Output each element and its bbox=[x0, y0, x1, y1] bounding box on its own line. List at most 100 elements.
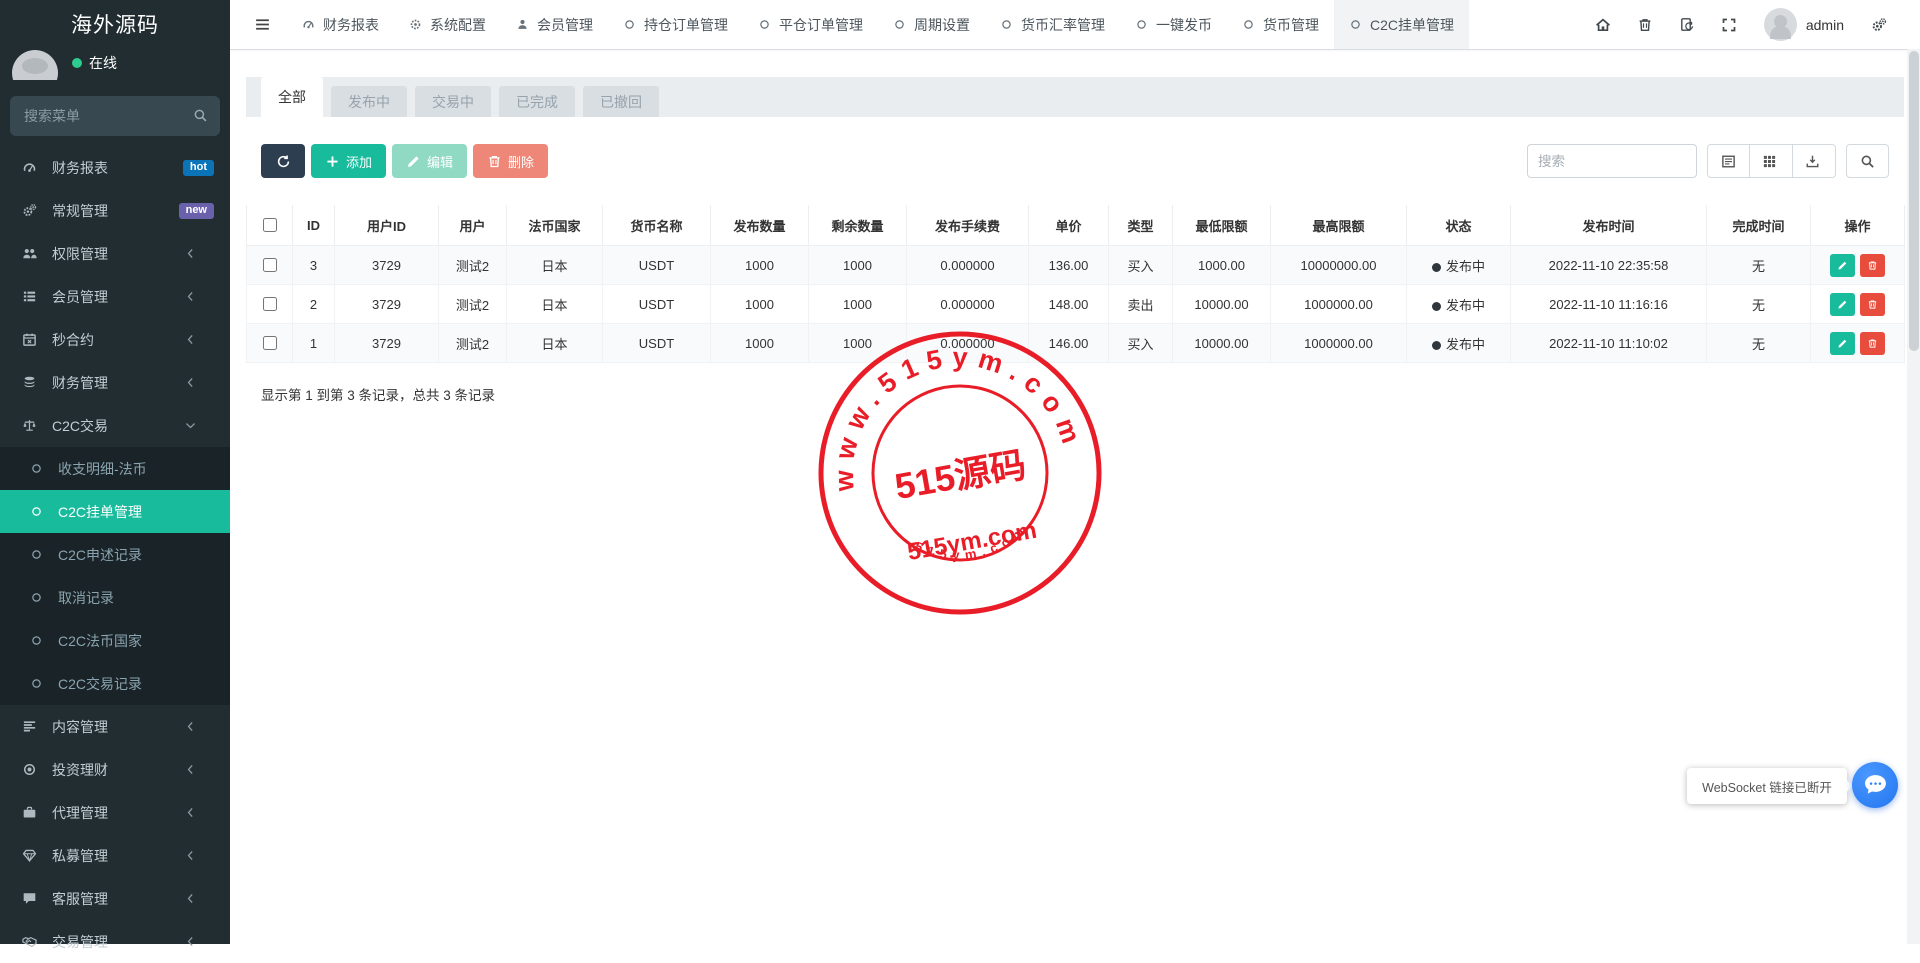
gear-icon bbox=[409, 18, 422, 31]
hamburger-menu-icon[interactable] bbox=[238, 0, 287, 49]
clear-cache-button[interactable] bbox=[1666, 17, 1708, 33]
topnav-tab-label: 周期设置 bbox=[914, 16, 970, 33]
sidebar-item-财务报表[interactable]: 财务报表 hot bbox=[0, 146, 230, 189]
sidebar-item-内容管理[interactable]: 内容管理 bbox=[0, 705, 230, 748]
delete-row-button[interactable] bbox=[1860, 292, 1885, 316]
add-button[interactable]: 添加 bbox=[311, 144, 387, 178]
topnav-tab-系统配置[interactable]: 系统配置 bbox=[394, 0, 501, 49]
select-all-header bbox=[246, 205, 293, 246]
cell-price: 146.00 bbox=[1028, 323, 1109, 363]
chevron-left-icon bbox=[184, 935, 201, 948]
topnav-tab-周期设置[interactable]: 周期设置 bbox=[878, 0, 985, 49]
scale-icon bbox=[22, 418, 39, 433]
row-checkbox[interactable] bbox=[263, 336, 277, 350]
edit-button[interactable]: 编辑 bbox=[392, 144, 468, 178]
edit-row-button[interactable] bbox=[1830, 253, 1855, 277]
settings-cogs-button[interactable] bbox=[1858, 17, 1900, 33]
scrollbar-thumb[interactable] bbox=[1908, 51, 1919, 351]
row-checkbox[interactable] bbox=[263, 258, 277, 272]
trash-icon bbox=[1867, 299, 1878, 310]
sidebar-subitem-收支明细-法币[interactable]: 收支明细-法币 bbox=[0, 447, 230, 490]
username-label[interactable]: admin bbox=[1806, 17, 1844, 33]
refresh-icon bbox=[276, 154, 291, 169]
sidebar-item-代理管理[interactable]: 代理管理 bbox=[0, 791, 230, 834]
briefcase-icon bbox=[22, 805, 39, 820]
topnav-tab-一键发币[interactable]: 一键发币 bbox=[1120, 0, 1227, 49]
sidebar-item-财务管理[interactable]: 财务管理 bbox=[0, 361, 230, 404]
sidebar-subitem-label: C2C申述记录 bbox=[58, 546, 143, 563]
sidebar-subitem-C2C法币国家[interactable]: C2C法币国家 bbox=[0, 619, 230, 662]
export-button[interactable] bbox=[1793, 144, 1836, 178]
detail-view-button[interactable] bbox=[1707, 144, 1750, 178]
sidebar-item-客服管理[interactable]: 客服管理 bbox=[0, 877, 230, 920]
customer-service-chat-button[interactable] bbox=[1852, 762, 1898, 808]
dashboard-icon bbox=[22, 160, 39, 175]
circle-icon bbox=[30, 634, 45, 647]
topnav-tab-持仓订单管理[interactable]: 持仓订单管理 bbox=[608, 0, 743, 49]
delete-row-button[interactable] bbox=[1860, 331, 1885, 355]
topnav-tab-财务报表[interactable]: 财务报表 bbox=[287, 0, 394, 49]
scrollbar-track[interactable] bbox=[1907, 49, 1920, 944]
handshake-icon bbox=[22, 934, 39, 949]
cell-country: 日本 bbox=[506, 323, 603, 363]
cell-currency: USDT bbox=[602, 323, 711, 363]
delete-button[interactable]: 删除 bbox=[473, 144, 549, 178]
sidebar-item-常规管理[interactable]: 常规管理 new bbox=[0, 189, 230, 232]
sidebar-item-私募管理[interactable]: 私募管理 bbox=[0, 834, 230, 877]
sidebar-badge: hot bbox=[182, 159, 214, 176]
topnav-tab-label: 系统配置 bbox=[430, 16, 486, 33]
filter-tab-全部[interactable]: 全部 bbox=[261, 77, 323, 117]
sidebar-subitem-label: C2C交易记录 bbox=[58, 675, 143, 692]
topnav-tab-label: 货币管理 bbox=[1263, 16, 1319, 33]
list-icon bbox=[22, 289, 39, 304]
select-all-checkbox[interactable] bbox=[263, 218, 277, 232]
chevron-left-icon bbox=[184, 892, 201, 905]
sidebar-subitem-C2C申述记录[interactable]: C2C申述记录 bbox=[0, 533, 230, 576]
cell-remaining: 1000 bbox=[808, 323, 907, 363]
sidebar-item-交易管理[interactable]: 交易管理 bbox=[0, 920, 230, 963]
trash-button[interactable] bbox=[1624, 17, 1666, 33]
sidebar-subitem-C2C挂单管理[interactable]: C2C挂单管理 bbox=[0, 490, 230, 533]
filter-tab-已撤回[interactable]: 已撤回 bbox=[583, 86, 659, 117]
topnav-tab-货币管理[interactable]: 货币管理 bbox=[1227, 0, 1334, 49]
app-window: 海外源码 在线 财务报表hot常规管理new权限管理会员管理秒合约财务管理C2C… bbox=[0, 0, 1920, 950]
sidebar-subitem-C2C交易记录[interactable]: C2C交易记录 bbox=[0, 662, 230, 705]
edit-row-button[interactable] bbox=[1830, 292, 1855, 316]
fullscreen-button[interactable] bbox=[1708, 17, 1750, 33]
columns-icon bbox=[1762, 154, 1777, 169]
cell-completed: 无 bbox=[1706, 284, 1811, 324]
sidebar-item-会员管理[interactable]: 会员管理 bbox=[0, 275, 230, 318]
edit-row-button[interactable] bbox=[1830, 331, 1855, 355]
cell-type: 买入 bbox=[1108, 245, 1173, 285]
row-checkbox-cell bbox=[246, 323, 293, 363]
user-avatar[interactable] bbox=[1763, 8, 1797, 41]
online-status-label: 在线 bbox=[89, 55, 117, 71]
topnav-tab-C2C挂单管理[interactable]: C2C挂单管理 bbox=[1334, 0, 1470, 49]
table-search-input[interactable] bbox=[1527, 144, 1697, 178]
cell-fee: 0.000000 bbox=[906, 323, 1029, 363]
filter-tab-交易中[interactable]: 交易中 bbox=[415, 86, 491, 117]
sidebar-item-秒合约[interactable]: 秒合约 bbox=[0, 318, 230, 361]
sidebar-subitem-label: C2C挂单管理 bbox=[58, 503, 143, 520]
sidebar-subitem-取消记录[interactable]: 取消记录 bbox=[0, 576, 230, 619]
filter-tab-已完成[interactable]: 已完成 bbox=[499, 86, 575, 117]
filter-tab-发布中[interactable]: 发布中 bbox=[331, 86, 407, 117]
topnav-tab-会员管理[interactable]: 会员管理 bbox=[501, 0, 608, 49]
home-button[interactable] bbox=[1582, 17, 1624, 33]
sidebar-item-C2C交易[interactable]: C2C交易 bbox=[0, 404, 230, 447]
refresh-button[interactable] bbox=[261, 144, 305, 178]
columns-button[interactable] bbox=[1750, 144, 1793, 178]
cell-id: 3 bbox=[292, 245, 335, 285]
menu-search-input[interactable] bbox=[10, 96, 220, 136]
sidebar-item-投资理财[interactable]: 投资理财 bbox=[0, 748, 230, 791]
sidebar-item-权限管理[interactable]: 权限管理 bbox=[0, 232, 230, 275]
circle-icon bbox=[30, 591, 45, 604]
chat-bubble-icon bbox=[1862, 772, 1889, 799]
search-submit-button[interactable] bbox=[1846, 144, 1889, 178]
topnav-tab-平仓订单管理[interactable]: 平仓订单管理 bbox=[743, 0, 878, 49]
cell-amount: 1000 bbox=[710, 245, 809, 285]
sidebar-subitem-label: C2C法币国家 bbox=[58, 632, 143, 649]
row-checkbox[interactable] bbox=[263, 297, 277, 311]
topnav-tab-货币汇率管理[interactable]: 货币汇率管理 bbox=[985, 0, 1120, 49]
delete-row-button[interactable] bbox=[1860, 253, 1885, 277]
